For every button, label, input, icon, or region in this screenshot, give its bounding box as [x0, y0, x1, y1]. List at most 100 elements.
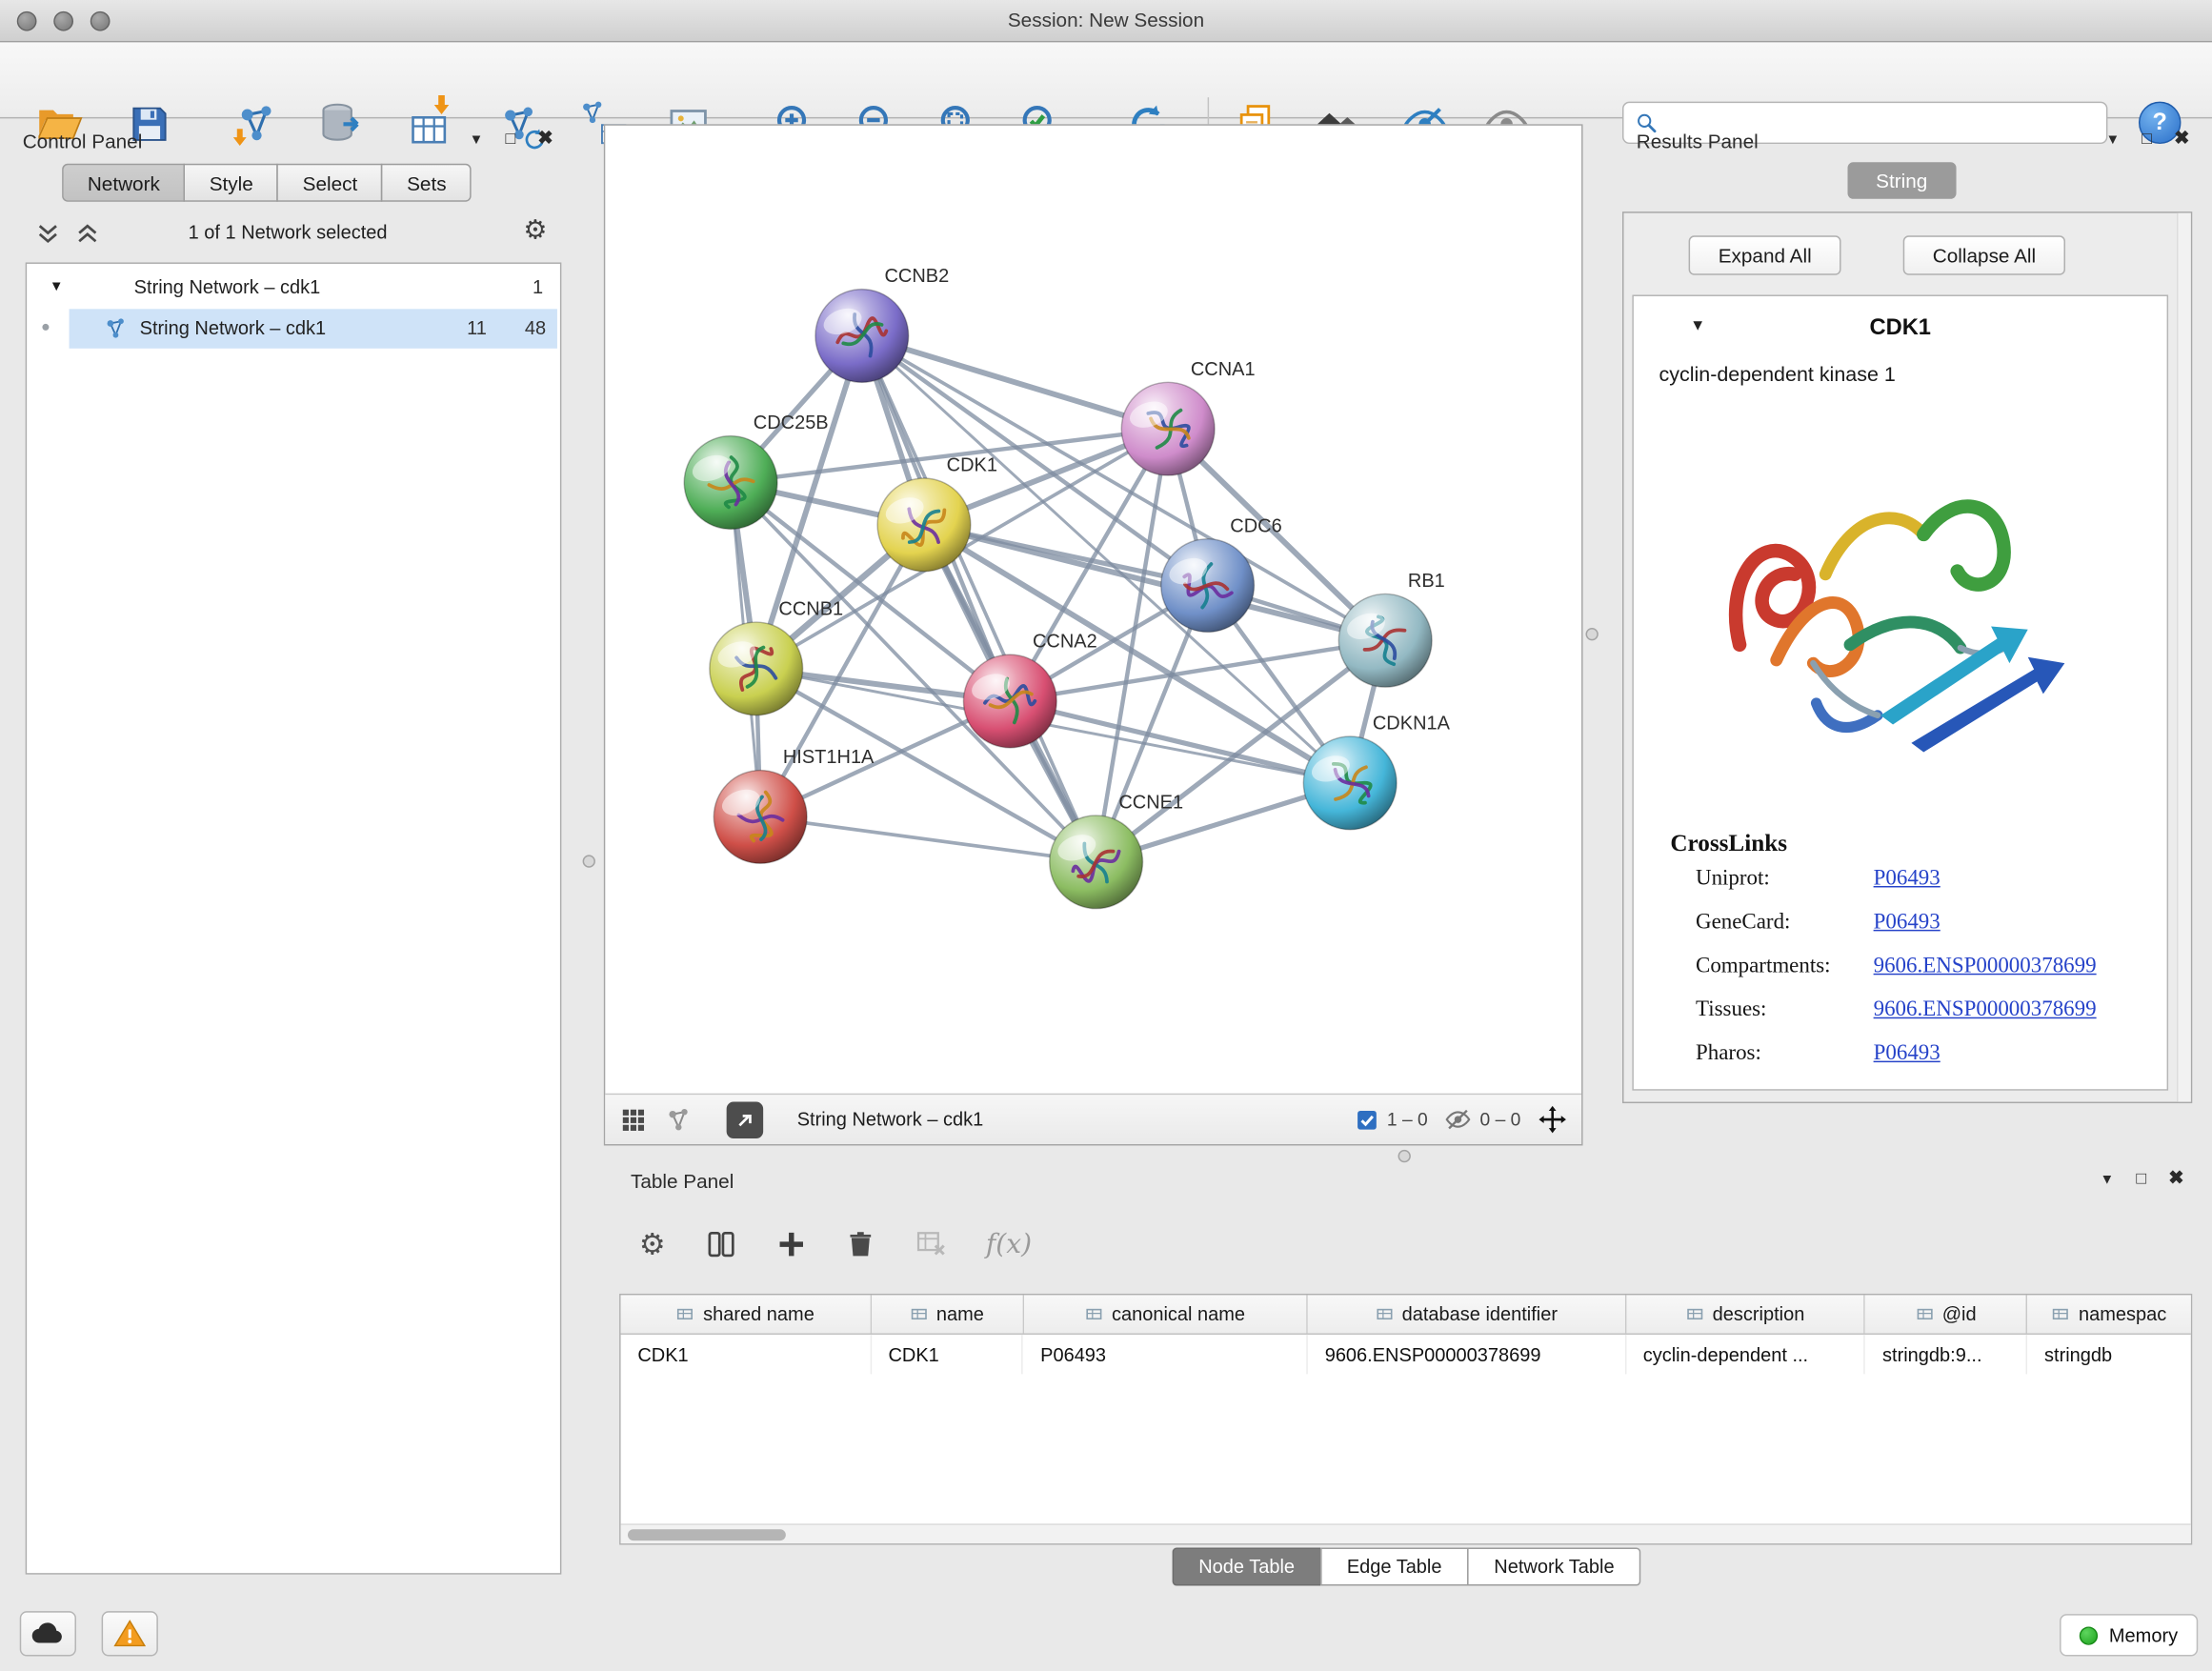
show-columns-icon[interactable] [704, 1227, 738, 1261]
results-panel-close-icon[interactable]: ✖ [2174, 127, 2189, 150]
warning-icon [112, 1617, 147, 1651]
control-panel-tabs: Network Style Select Sets [62, 164, 471, 202]
network-node-label: CCNB1 [778, 599, 843, 620]
table-panel-title: Table Panel [631, 1170, 734, 1193]
results-panel-restore-icon[interactable]: □ [2142, 129, 2152, 149]
crosslink-compartments-link[interactable]: 9606.ENSP00000378699 [1874, 954, 2097, 979]
column-header[interactable]: namespac [2027, 1295, 2190, 1333]
table-settings-gear-icon[interactable]: ⚙ [639, 1227, 666, 1262]
network-node-label: HIST1H1A [783, 747, 875, 768]
tab-select[interactable]: Select [277, 164, 383, 202]
window-title: Session: New Session [1008, 9, 1204, 31]
main-toolbar: ? [0, 42, 2212, 118]
table-horizontal-scrollbar[interactable] [621, 1523, 2191, 1543]
selected-checkbox-icon[interactable] [1356, 1108, 1378, 1131]
network-edge[interactable] [924, 525, 1385, 640]
network-collection-row[interactable]: ▼ String Network – cdk1 1 [27, 271, 560, 309]
crosslink-label: GeneCard: [1696, 910, 1790, 936]
column-header[interactable]: name [872, 1295, 1024, 1333]
crosslink-uniprot-link[interactable]: P06493 [1874, 866, 1941, 892]
detach-view-button[interactable] [727, 1101, 764, 1138]
memory-label: Memory [2109, 1624, 2178, 1645]
tab-style[interactable]: Style [184, 164, 278, 202]
window-close-button[interactable] [17, 11, 37, 31]
delete-column-icon[interactable] [845, 1229, 876, 1260]
protein-structure-image [1684, 414, 2107, 767]
network-node-label: RB1 [1408, 571, 1445, 592]
cloud-sync-button[interactable] [20, 1611, 76, 1656]
birdseye-grid-icon[interactable] [619, 1105, 648, 1134]
splitter-handle[interactable] [583, 855, 595, 867]
tab-network-table[interactable]: Network Table [1467, 1548, 1641, 1586]
results-panel: Results Panel ▼ □ ✖ String Expand All Co… [1602, 124, 2201, 1103]
control-panel-restore-icon[interactable]: □ [505, 129, 515, 149]
table-panel-restore-icon[interactable]: □ [2136, 1168, 2146, 1188]
table-panel-close-icon[interactable]: ✖ [2168, 1167, 2183, 1190]
column-header[interactable]: description [1626, 1295, 1865, 1333]
crosslink-pharos-link[interactable]: P06493 [1874, 1041, 1941, 1067]
crosslinks-title: CrossLinks [1670, 830, 1787, 858]
results-panel-float-caret-icon[interactable]: ▼ [2105, 132, 2120, 148]
hidden-eye-slash-icon[interactable] [1445, 1106, 1472, 1133]
network-canvas[interactable]: CCNB2CCNA1CDC25BCDK1CDC6RB1CCNB1CCNA2CDK… [605, 126, 1581, 1094]
table-row[interactable]: CDK1 CDK1 P06493 9606.ENSP00000378699 cy… [621, 1335, 2191, 1374]
network-node-label: CDKN1A [1373, 714, 1451, 735]
crosslink-tissues-link[interactable]: 9606.ENSP00000378699 [1874, 997, 2097, 1023]
warnings-button[interactable] [102, 1611, 158, 1656]
tab-sets[interactable]: Sets [381, 164, 472, 202]
network-share-icon[interactable] [664, 1105, 693, 1134]
network-edge-count: 48 [525, 317, 546, 338]
node-table: shared name name canonical name database… [619, 1294, 2192, 1545]
control-panel: Control Panel ▼ □ ✖ Network Style Select… [11, 124, 565, 1585]
column-header[interactable]: database identifier [1308, 1295, 1626, 1333]
control-panel-close-icon[interactable]: ✖ [537, 127, 553, 150]
tab-network[interactable]: Network [62, 164, 185, 202]
tab-edge-table[interactable]: Edge Table [1320, 1548, 1469, 1586]
network-node-label: CCNB2 [885, 266, 950, 287]
tab-node-table[interactable]: Node Table [1172, 1548, 1321, 1586]
cloud-icon [30, 1616, 67, 1653]
crosslink-label: Uniprot: [1696, 866, 1770, 892]
network-node-label: CDC6 [1230, 515, 1281, 536]
column-header[interactable]: @id [1865, 1295, 2027, 1333]
current-network-name: String Network – cdk1 [797, 1109, 984, 1130]
scrollbar-thumb[interactable] [628, 1529, 786, 1540]
network-node-label: CDC25B [754, 413, 829, 433]
window-minimize-button[interactable] [53, 11, 73, 31]
tab-string-results[interactable]: String [1848, 162, 1956, 199]
table-type-tabs: Node Table Edge Table Network Table [616, 1548, 2195, 1586]
results-panel-title: Results Panel [1637, 130, 1759, 152]
column-header[interactable]: canonical name [1023, 1295, 1308, 1333]
table-header-row: shared name name canonical name database… [621, 1295, 2191, 1334]
crosslink-label: Tissues: [1696, 997, 1766, 1023]
gene-description: cyclin-dependent kinase 1 [1659, 364, 1896, 387]
add-column-icon[interactable] [775, 1229, 807, 1260]
results-scrollbar[interactable] [2177, 213, 2191, 1102]
table-toolbar: ⚙ f(x) [639, 1215, 1032, 1274]
network-edge[interactable] [760, 816, 1096, 861]
memory-button[interactable]: Memory [2060, 1614, 2198, 1656]
function-builder-icon[interactable]: f(x) [986, 1229, 1032, 1260]
expand-all-button[interactable]: Expand All [1689, 235, 1841, 274]
gene-section: ▼ CDK1 cyclin-dependent kinase 1 [1632, 295, 2168, 1091]
pan-crosshair-icon[interactable] [1538, 1105, 1567, 1135]
control-panel-float-caret-icon[interactable]: ▼ [470, 132, 484, 148]
table-panel-float-caret-icon[interactable]: ▼ [2101, 1173, 2115, 1188]
collection-caret-icon[interactable]: ▼ [50, 279, 64, 294]
network-row-label: String Network – cdk1 [140, 317, 327, 338]
table-panel: Table Panel ▼ □ ✖ ⚙ f(x) shared name nam… [616, 1164, 2195, 1595]
splitter-handle[interactable] [1398, 1150, 1411, 1162]
string-network-icon [103, 316, 129, 342]
network-options-gear-icon[interactable]: ⚙ [523, 214, 547, 247]
memory-status-dot [2080, 1626, 2098, 1644]
crosslink-genecard-link[interactable]: P06493 [1874, 910, 1941, 936]
network-edge[interactable] [862, 335, 1096, 861]
column-header[interactable]: shared name [621, 1295, 872, 1333]
gene-symbol: CDK1 [1634, 316, 2167, 342]
network-row-selected[interactable]: ● String Network – cdk1 11 48 [27, 309, 560, 348]
window-zoom-button[interactable] [90, 11, 111, 31]
splitter-handle[interactable] [1585, 628, 1598, 640]
collapse-all-button[interactable]: Collapse All [1903, 235, 2066, 274]
network-edge[interactable] [862, 335, 1168, 429]
network-node-label: CCNE1 [1118, 793, 1183, 814]
